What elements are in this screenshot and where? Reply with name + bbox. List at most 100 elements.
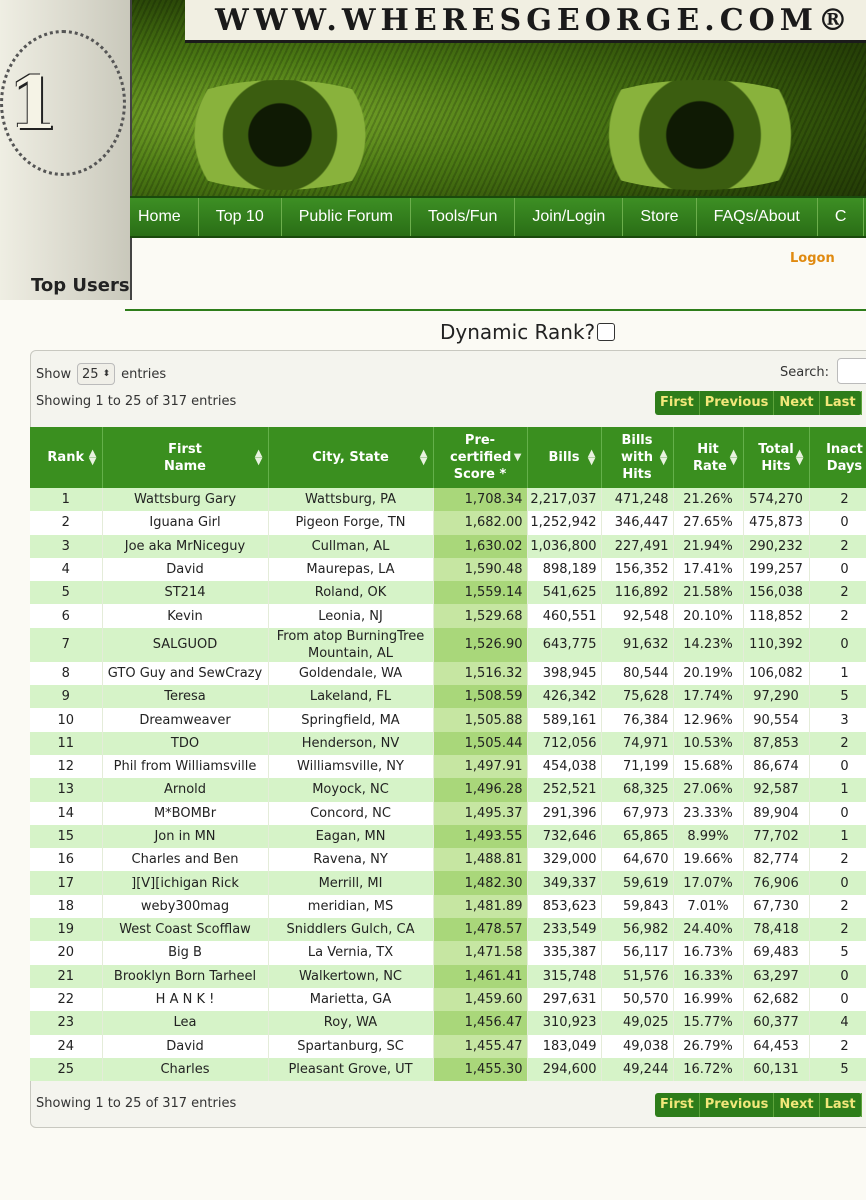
cell-bills: 329,000 [527, 848, 602, 872]
column-header-total-hits[interactable]: Total Hits ▲ ▼ [743, 427, 810, 488]
table-row[interactable]: 23 Lea Roy, WA 1,456.47 310,923 49,025 15.77% 6… [30, 1011, 866, 1035]
main-navbar: Home Top 10 Public Forum Tools/Fun Join/Logi… [130, 196, 866, 238]
table-row[interactable]: 12 Phil from Williamsville Williamsville, … [30, 754, 866, 779]
cell-first-name: David [102, 1034, 269, 1058]
cell-score: 1,481.89 [433, 894, 528, 919]
table-row[interactable]: 22 H A N K ! Marietta, GA 1,459.60 297,631 50… [30, 987, 866, 1012]
entries-select[interactable]: 25 ⬍ [77, 363, 116, 385]
pager-last-button[interactable]: Last [820, 391, 862, 415]
cell-score: 1,459.60 [433, 987, 528, 1012]
table-row[interactable]: 19 West Coast Scofflaw Sniddlers Gulch, CA… [30, 918, 866, 942]
pager-first-button[interactable]: First [655, 1093, 700, 1117]
cell-hit-rate: 15.77% [673, 1011, 744, 1035]
cell-score: 1,488.81 [433, 848, 528, 872]
cell-rank: 24 [30, 1034, 103, 1058]
column-header-hit-rate[interactable]: Hit Rate ▲ ▼ [673, 427, 744, 488]
table-row[interactable]: 4 David Maurepas, LA 1,590.48 898,189 156,352… [30, 557, 866, 582]
cell-rank: 1 [30, 488, 103, 512]
cell-total-hits: 475,873 [743, 511, 810, 535]
column-header-first-name[interactable]: First Name ▲ ▼ [102, 427, 269, 488]
table-row[interactable]: 1 Wattsburg Gary Wattsburg, PA 1,708.34 2,21… [30, 488, 866, 512]
cell-bills: 233,549 [527, 918, 602, 942]
nav-item-join-login[interactable]: Join/Login [515, 198, 624, 236]
table-row[interactable]: 6 Kevin Leonia, NJ 1,529.68 460,551 92,548 20.… [30, 604, 866, 628]
column-header-label: Rank [47, 450, 85, 465]
nav-item-c[interactable]: C [818, 198, 865, 236]
pager-previous-button[interactable]: Previous [700, 391, 775, 415]
dynamic-rank-checkbox[interactable] [597, 323, 616, 341]
cell-first-name: GTO Guy and SewCrazy [102, 661, 269, 686]
cell-rank: 14 [30, 801, 103, 825]
pager-next-button[interactable]: Next [774, 391, 820, 415]
column-header-city-state[interactable]: City, State ▲ ▼ [268, 427, 434, 488]
sort-both-icon: ▲ ▼ [729, 447, 738, 467]
cell-hit-rate: 17.74% [673, 685, 744, 709]
table-row[interactable]: 7 SALGUOD From atop BurningTree Mountain, … [30, 627, 866, 662]
nav-item-top-10[interactable]: Top 10 [199, 198, 282, 236]
cell-rank: 5 [30, 581, 103, 605]
sort-both-icon: ▲ ▼ [254, 447, 263, 467]
sort-both-icon: ▲ ▼ [659, 447, 668, 467]
cell-city-state: Cullman, AL [268, 534, 434, 558]
pager-previous-button[interactable]: Previous [700, 1093, 775, 1117]
cell-inact-days: 2 [809, 581, 866, 605]
column-header-bills[interactable]: Bills ▲ ▼ [527, 427, 602, 488]
cell-rank: 19 [30, 918, 103, 942]
table-row[interactable]: 20 Big B La Vernia, TX 1,471.58 335,387 56,11… [30, 941, 866, 965]
table-row[interactable]: 14 M*BOMBr Concord, NC 1,495.37 291,396 67,97… [30, 801, 866, 825]
nav-item-home[interactable]: Home [130, 198, 199, 236]
column-header-bills-with-hits[interactable]: Bills with Hits ▲ ▼ [601, 427, 674, 488]
cell-rank: 9 [30, 685, 103, 709]
cell-bills-with-hits: 80,544 [601, 661, 674, 686]
cell-bills-with-hits: 56,982 [601, 918, 674, 942]
cell-hit-rate: 21.58% [673, 581, 744, 605]
search-input[interactable] [837, 358, 866, 384]
table-row[interactable]: 25 Charles Pleasant Grove, UT 1,455.30 294,6… [30, 1057, 866, 1082]
table-row[interactable]: 10 Dreamweaver Springfield, MA 1,505.88 589,… [30, 708, 866, 732]
cell-bills: 398,945 [527, 661, 602, 686]
logon-link[interactable]: Logon [790, 251, 835, 266]
column-header-label: Total Hits [758, 441, 794, 474]
table-row[interactable]: 2 Iguana Girl Pigeon Forge, TN 1,682.00 1,25… [30, 511, 866, 535]
cell-hit-rate: 8.99% [673, 824, 744, 849]
cell-rank: 18 [30, 894, 103, 919]
entries-select-value: 25 [81, 366, 99, 382]
cell-bills: 460,551 [527, 604, 602, 628]
table-row[interactable]: 24 David Spartanburg, SC 1,455.47 183,049 49,… [30, 1034, 866, 1058]
cell-total-hits: 86,674 [743, 754, 810, 779]
dynamic-rank-toggle[interactable]: Dynamic Rank? [440, 320, 616, 344]
column-header-rank[interactable]: Rank ▲ ▼ [30, 427, 103, 488]
column-header-pre-certified-score[interactable]: Pre-certified Score * ▼ [433, 427, 528, 488]
table-row[interactable]: 11 TDO Henderson, NV 1,505.44 712,056 74,971 1… [30, 731, 866, 755]
cell-city-state: Walkertown, NC [268, 964, 434, 988]
pager-last-button[interactable]: Last [820, 1093, 862, 1117]
table-row[interactable]: 3 Joe aka MrNiceguy Cullman, AL 1,630.02 1,0… [30, 534, 866, 558]
cell-city-state: Spartanburg, SC [268, 1034, 434, 1058]
pager-first-button[interactable]: First [655, 391, 700, 415]
cell-score: 1,559.14 [433, 581, 528, 605]
pager-next-button[interactable]: Next [774, 1093, 820, 1117]
cell-bills-with-hits: 50,570 [601, 987, 674, 1012]
site-logo-url[interactable]: WWW.WHERESGEORGE.COM® [185, 0, 866, 43]
table-row[interactable]: 18 weby300mag meridian, MS 1,481.89 853,623 5… [30, 894, 866, 919]
table-row[interactable]: 15 Jon in MN Eagan, MN 1,493.55 732,646 65,86… [30, 824, 866, 849]
sort-both-icon: ▲ ▼ [419, 447, 428, 467]
column-header-inact-days[interactable]: Inact Days▲▼ [809, 427, 866, 488]
table-row[interactable]: 16 Charles and Ben Ravena, NY 1,488.81 329,0… [30, 848, 866, 872]
cell-score: 1,495.37 [433, 801, 528, 825]
cell-score: 1,478.57 [433, 918, 528, 942]
cell-bills-with-hits: 116,892 [601, 581, 674, 605]
cell-hit-rate: 16.72% [673, 1057, 744, 1082]
nav-item-store[interactable]: Store [623, 198, 697, 236]
nav-item-tools-fun[interactable]: Tools/Fun [411, 198, 516, 236]
table-row[interactable]: 17][V][ichigan Rick Merrill, MI 1,482.30 34… [30, 871, 866, 895]
table-row[interactable]: 5 ST214 Roland, OK 1,559.14 541,625 116,892 21… [30, 581, 866, 605]
cell-bills-with-hits: 56,117 [601, 941, 674, 965]
table-row[interactable]: 9 Teresa Lakeland, FL 1,508.59 426,342 75,628… [30, 685, 866, 709]
table-row[interactable]: 21 Brooklyn Born Tarheel Walkertown, NC 1,4… [30, 964, 866, 988]
cell-total-hits: 97,290 [743, 685, 810, 709]
table-row[interactable]: 8 GTO Guy and SewCrazy Goldendale, WA 1,516… [30, 661, 866, 686]
nav-item-faqs-about[interactable]: FAQs/About [697, 198, 818, 236]
table-row[interactable]: 13 Arnold Moyock, NC 1,496.28 252,521 68,325 2… [30, 778, 866, 802]
nav-item-public-forum[interactable]: Public Forum [282, 198, 411, 236]
